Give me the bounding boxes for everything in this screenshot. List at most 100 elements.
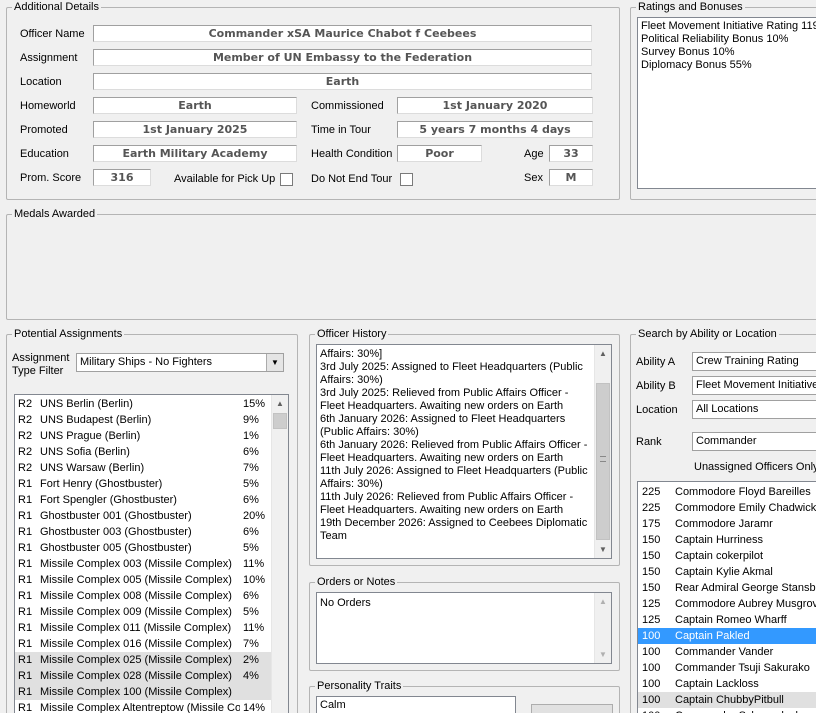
list-item[interactable]: 100 Commander Tsuji Sakurako	[638, 660, 816, 676]
list-item[interactable]: 150 Captain cokerpilot	[638, 548, 816, 564]
list-item[interactable]: 125 Captain Romeo Wharff	[638, 612, 816, 628]
list-item[interactable]: R1 Missile Complex 011 (Missile Complex) 1…	[15, 620, 272, 636]
list-item[interactable]: 100 Commander Schwendeck	[638, 708, 816, 713]
prom-score-label: Prom. Score	[20, 172, 82, 184]
list-item[interactable]: 225 Commodore Emily Chadwick	[638, 500, 816, 516]
available-checkbox[interactable]	[280, 173, 293, 186]
list-item[interactable]: 150 Captain Hurriness	[638, 532, 816, 548]
officer-history-textbox[interactable]: Affairs: 30%] 3rd July 2025: Assigned to…	[316, 344, 612, 559]
ratings-textbox[interactable]: Fleet Movement Initiative Rating 119 Pol…	[637, 17, 816, 189]
list-item[interactable]: R1 Missile Complex 028 (Missile Complex) 4…	[15, 668, 272, 684]
list-item[interactable]: R1 Missile Complex 005 (Missile Complex) 1…	[15, 572, 272, 588]
assignment-name: UNS Warsaw (Berlin)	[40, 462, 145, 474]
list-item[interactable]: 100 Captain Lackloss	[638, 676, 816, 692]
assignment-name: Missile Complex 003 (Missile Complex)	[40, 558, 232, 570]
list-item[interactable]: R2 UNS Sofia (Berlin) 6%	[15, 444, 272, 460]
list-item[interactable]: R1 Missile Complex Altentreptow (Missile …	[15, 700, 272, 713]
homeworld-field[interactable]: Earth	[93, 97, 297, 114]
officer-search-list[interactable]: 225 Commodore Floyd Bareilles 225 Commodore…	[637, 481, 816, 713]
orders-scrollbar[interactable]: ▲ ▼	[594, 593, 611, 663]
do-not-end-checkbox[interactable]	[400, 173, 413, 186]
assignment-code: R1	[18, 606, 33, 618]
officer-score: 100	[642, 678, 661, 690]
list-item[interactable]: 100 Commander Vander	[638, 644, 816, 660]
assignment-code: R2	[18, 414, 33, 426]
health-label: Health Condition	[311, 148, 393, 160]
age-field[interactable]: 33	[549, 145, 593, 162]
assignment-name: Missile Complex 005 (Missile Complex)	[40, 574, 232, 586]
officer-score: 125	[642, 598, 661, 610]
time-in-tour-field[interactable]: 5 years 7 months 4 days	[397, 121, 593, 138]
orders-textbox[interactable]: No Orders ▲ ▼	[316, 592, 612, 664]
ability-b-select[interactable]: Fleet Movement Initiative	[692, 376, 816, 395]
list-item[interactable]: 225 Commodore Floyd Bareilles	[638, 484, 816, 500]
commissioned-field[interactable]: 1st January 2020	[397, 97, 593, 114]
health-field[interactable]: Poor	[397, 145, 482, 162]
assignment-name: Ghostbuster 003 (Ghostbuster)	[40, 526, 192, 538]
potential-assignments-list[interactable]: R2 UNS Berlin (Berlin) 15% R2 UNS Budapest (…	[14, 394, 289, 713]
homeworld-label: Homeworld	[20, 100, 76, 112]
scroll-up-icon[interactable]: ▲	[595, 593, 611, 610]
scroll-down-icon[interactable]: ▼	[595, 646, 611, 663]
officer-name: Commodore Emily Chadwick	[675, 502, 816, 514]
assignment-code: R2	[18, 462, 33, 474]
list-item[interactable]: R1 Missile Complex 016 (Missile Complex) 7…	[15, 636, 272, 652]
scroll-thumb[interactable]	[596, 383, 610, 540]
officer-name: Commander Schwendeck	[675, 708, 801, 713]
rank-select[interactable]: Commander	[692, 432, 816, 451]
grip-icon	[600, 456, 606, 462]
promoted-field[interactable]: 1st January 2025	[93, 121, 297, 138]
scroll-up-icon[interactable]: ▲	[595, 345, 611, 362]
officer-name-label: Officer Name	[20, 28, 85, 40]
assignment-code: R1	[18, 622, 33, 634]
ability-a-select[interactable]: Crew Training Rating	[692, 352, 816, 371]
list-item[interactable]: R1 Ghostbuster 005 (Ghostbuster) 5%	[15, 540, 272, 556]
list-item[interactable]: R1 Ghostbuster 003 (Ghostbuster) 6%	[15, 524, 272, 540]
location-field[interactable]: Earth	[93, 73, 592, 90]
list-item[interactable]: R2 UNS Prague (Berlin) 1%	[15, 428, 272, 444]
list-item[interactable]: R1 Missile Complex 003 (Missile Complex) 1…	[15, 556, 272, 572]
sex-field[interactable]: M	[549, 169, 593, 186]
assignment-percent: 7%	[243, 638, 259, 650]
scroll-up-icon[interactable]: ▲	[272, 395, 288, 412]
list-item[interactable]: 150 Captain Kylie Akmal	[638, 564, 816, 580]
list-item[interactable]: 175 Commodore Jaramr	[638, 516, 816, 532]
search-location-select[interactable]: All Locations	[692, 400, 816, 419]
list-item[interactable]: R1 Missile Complex 008 (Missile Complex) 6…	[15, 588, 272, 604]
list-item[interactable]: 100 Captain Pakled	[638, 628, 816, 644]
assignment-field[interactable]: Member of UN Embassy to the Federation	[93, 49, 592, 66]
list-item[interactable]: 125 Commodore Aubrey Musgrove	[638, 596, 816, 612]
unassigned-only-label[interactable]: Unassigned Officers Only	[694, 460, 816, 474]
scroll-down-icon[interactable]: ▼	[595, 541, 611, 558]
potential-assignments-scrollbar[interactable]: ▲	[271, 395, 288, 713]
officer-score: 100	[642, 694, 661, 706]
officer-name-field[interactable]: Commander xSA Maurice Chabot f Ceebees	[93, 25, 592, 42]
available-label: Available for Pick Up	[174, 173, 276, 185]
location-label: Location	[20, 76, 62, 88]
list-item[interactable]: 100 Captain ChubbyPitbull	[638, 692, 816, 708]
list-item[interactable]: R2 UNS Budapest (Berlin) 9%	[15, 412, 272, 428]
potential-assignments-legend: Potential Assignments	[12, 328, 125, 341]
officer-name: Captain Lackloss	[675, 678, 759, 690]
list-item[interactable]: R1 Ghostbuster 001 (Ghostbuster) 20%	[15, 508, 272, 524]
list-item[interactable]: R1 Missile Complex 009 (Missile Complex) 5…	[15, 604, 272, 620]
list-item[interactable]: R2 UNS Berlin (Berlin) 15%	[15, 396, 272, 412]
list-item[interactable]: R2 UNS Warsaw (Berlin) 7%	[15, 460, 272, 476]
officer-history-legend: Officer History	[315, 328, 389, 341]
age-label: Age	[524, 148, 544, 160]
commissioned-label: Commissioned	[311, 100, 384, 112]
personality-textbox[interactable]: Calm	[316, 696, 516, 713]
search-location-label: Location	[636, 404, 678, 416]
scroll-thumb[interactable]	[273, 413, 287, 429]
personality-button[interactable]	[531, 704, 613, 713]
officer-history-scrollbar[interactable]: ▲ ▼	[594, 345, 611, 558]
prom-score-field[interactable]: 316	[93, 169, 151, 186]
list-item[interactable]: 150 Rear Admiral George Stansbe	[638, 580, 816, 596]
list-item[interactable]: R1 Fort Spengler (Ghostbuster) 6%	[15, 492, 272, 508]
list-item[interactable]: R1 Missile Complex 100 (Missile Complex)	[15, 684, 272, 700]
list-item[interactable]: R1 Fort Henry (Ghostbuster) 5%	[15, 476, 272, 492]
list-item[interactable]: R1 Missile Complex 025 (Missile Complex) 2…	[15, 652, 272, 668]
assignment-type-filter[interactable]: Military Ships - No Fighters ▼	[76, 353, 284, 372]
education-field[interactable]: Earth Military Academy	[93, 145, 297, 162]
dropdown-arrow-icon[interactable]: ▼	[266, 354, 283, 371]
